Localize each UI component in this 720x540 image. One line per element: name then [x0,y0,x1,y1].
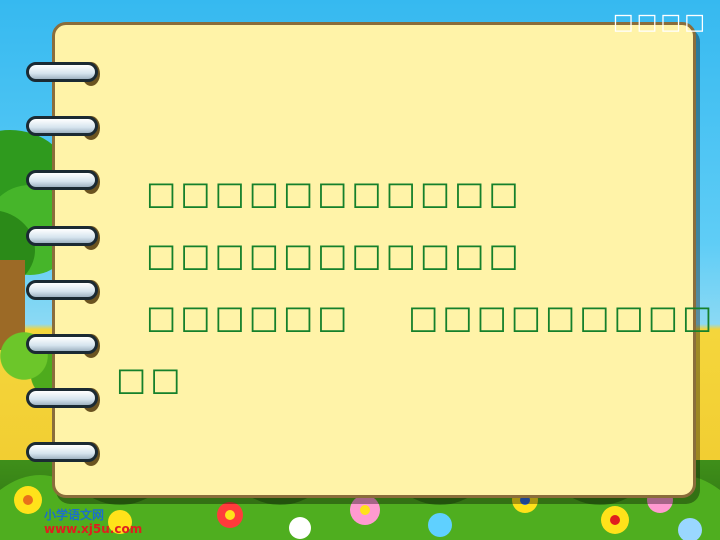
spiral-ring [26,388,98,408]
content-line-1: □□□□□□□□□□□ [146,174,523,212]
site-watermark: 小学语文网 www.xj5u.com [44,508,142,536]
spiral-ring [26,226,98,246]
watermark-url: www.xj5u.com [44,522,143,536]
slide-canvas: □□□□ □□□□□□□□□□□ □□□□□□□□□□□ □□□□□□ □□□□… [0,0,720,540]
watermark-site-name: 小学语文网 [44,508,105,522]
spiral-ring [26,334,98,354]
spiral-ring [26,116,98,136]
content-line-4: □□ [116,360,185,398]
spiral-ring [26,170,98,190]
spiral-ring [26,280,98,300]
spiral-ring [26,62,98,82]
spiral-ring [26,442,98,462]
content-line-3: □□□□□□ □□□□□□□□□ [146,298,717,336]
content-line-2: □□□□□□□□□□□ [146,236,523,274]
slide-corner-label: □□□□ [612,10,708,35]
